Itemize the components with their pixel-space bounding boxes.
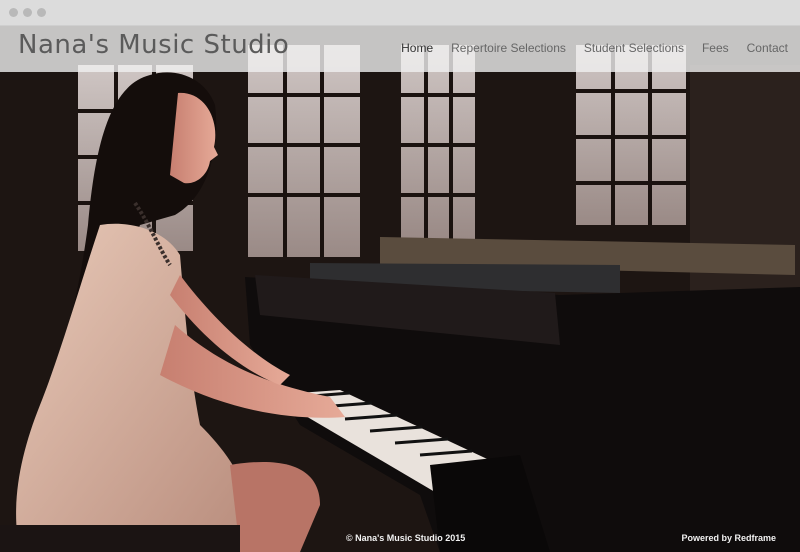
site-header: Nana's Music Studio Home Repertoire Sele… bbox=[0, 25, 800, 72]
nav-student-selections[interactable]: Student Selections bbox=[584, 41, 684, 55]
window-titlebar bbox=[0, 0, 800, 26]
site-title[interactable]: Nana's Music Studio bbox=[18, 30, 289, 60]
window-close-dot[interactable] bbox=[9, 8, 18, 17]
window-maximize-dot[interactable] bbox=[37, 8, 46, 17]
browser-window: Nana's Music Studio Home Repertoire Sele… bbox=[0, 0, 800, 552]
window-center-left bbox=[248, 45, 360, 257]
main-nav: Home Repertoire Selections Student Selec… bbox=[383, 41, 788, 55]
hero-illustration bbox=[0, 25, 800, 552]
nav-fees[interactable]: Fees bbox=[702, 41, 729, 55]
window-center-right bbox=[401, 45, 475, 240]
footer-powered-by[interactable]: Powered by Redframe bbox=[681, 533, 776, 543]
window-minimize-dot[interactable] bbox=[23, 8, 32, 17]
window-right bbox=[576, 45, 686, 225]
nav-repertoire-selections[interactable]: Repertoire Selections bbox=[451, 41, 566, 55]
footer-copyright: © Nana's Music Studio 2015 bbox=[346, 533, 466, 543]
hero-photo bbox=[0, 25, 800, 552]
nav-contact[interactable]: Contact bbox=[747, 41, 788, 55]
piano-bench bbox=[0, 525, 240, 552]
nav-home[interactable]: Home bbox=[401, 41, 433, 55]
